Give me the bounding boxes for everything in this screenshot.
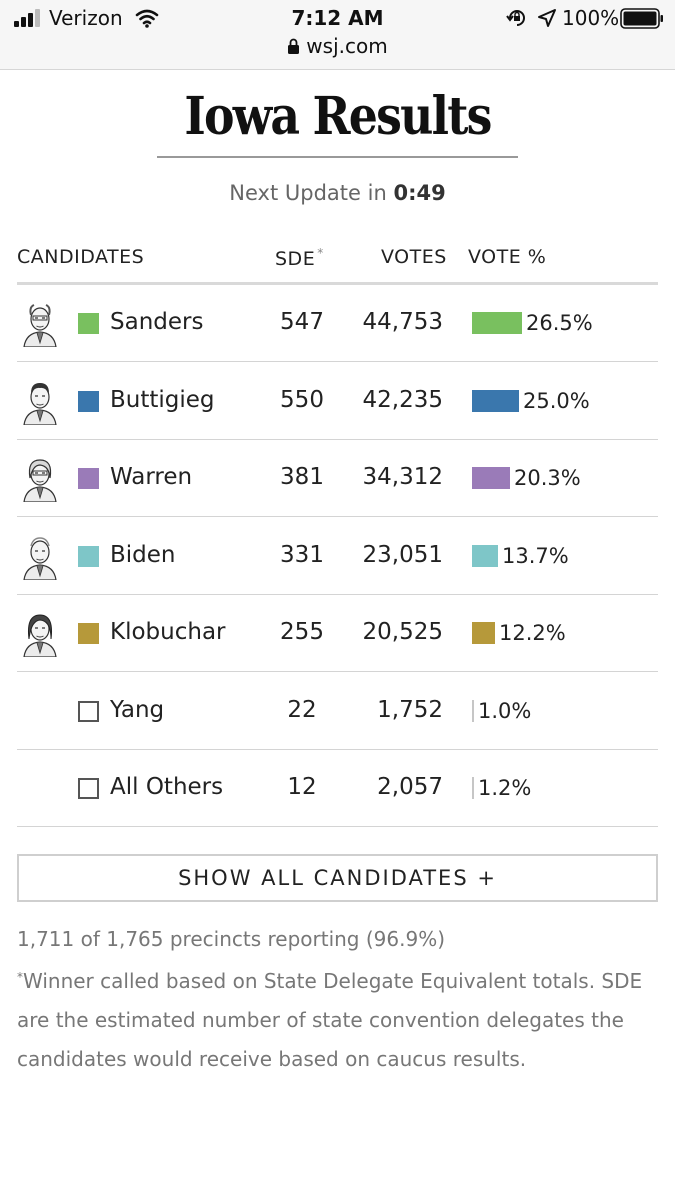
battery-icon: [620, 8, 663, 29]
sde-footnote: *Winner called based on State Delegate E…: [17, 958, 657, 1079]
table-row: Sanders 547 44,753 26.5%: [17, 285, 658, 362]
candidate-name: All Others: [110, 774, 224, 800]
candidate-sde: 550: [280, 386, 324, 413]
column-header-votes: VOTES: [381, 246, 447, 268]
vote-percent: 13.7%: [502, 543, 569, 568]
footnote-text: Winner called based on State Delegate Eq…: [17, 969, 643, 1071]
rotation-lock-icon: [506, 10, 525, 26]
show-all-candidates-button[interactable]: SHOW ALL CANDIDATES +: [17, 854, 658, 902]
candidate-sde: 22: [287, 696, 317, 723]
sanders-portrait-icon: [21, 299, 59, 348]
url-text: wsj.com: [306, 34, 388, 58]
table-row: Yang 22 1,752 1.0%: [17, 673, 658, 750]
next-update-label: Next Update in: [229, 181, 394, 205]
column-header-vote-pct: VOTE %: [468, 246, 547, 268]
vote-share-bar: [472, 389, 519, 412]
vote-share-bar: [472, 622, 495, 644]
biden-portrait-icon: [21, 532, 59, 581]
checkbox-icon[interactable]: [78, 778, 99, 799]
candidate-votes: 2,057: [377, 774, 443, 800]
candidate-name: Buttigieg: [110, 386, 215, 413]
vote-share-bar: [472, 777, 474, 799]
candidate-sde: 12: [287, 774, 317, 800]
status-bar: Verizon 7:12 AM 100% wsj.com: [0, 0, 675, 70]
vote-share-bar: [472, 544, 498, 567]
candidate-color-swatch: [78, 313, 99, 334]
column-header-candidates: CANDIDATES: [17, 246, 145, 268]
candidate-sde: 547: [280, 309, 324, 335]
vote-percent: 26.5%: [526, 311, 593, 335]
candidate-votes: 1,752: [377, 696, 443, 723]
column-header-sde: SDE *: [275, 246, 324, 270]
vote-percent: 1.0%: [478, 698, 532, 723]
column-header-sde-label: SDE: [275, 248, 316, 270]
page-title: Iowa Results: [184, 86, 492, 147]
table-row: All Others 12 2,057 1.2%: [17, 750, 658, 827]
candidate-color-swatch: [78, 468, 99, 489]
vote-share-bar: [472, 312, 522, 334]
vote-share-bar: [472, 699, 474, 722]
battery-percent: 100%: [562, 6, 620, 30]
table-row: Buttigieg 550 42,235 25.0%: [17, 363, 658, 440]
candidate-name: Yang: [110, 696, 165, 723]
candidate-votes: 44,753: [362, 309, 443, 335]
lock-icon: [288, 38, 300, 54]
candidate-color-swatch: [78, 623, 99, 644]
candidate-name: Klobuchar: [110, 619, 226, 645]
candidate-votes: 42,235: [362, 386, 443, 413]
candidate-name: Sanders: [110, 309, 204, 335]
title-divider: [157, 156, 518, 158]
next-update: Next Update in 0:49: [0, 181, 675, 205]
candidate-sde: 381: [280, 464, 324, 490]
candidate-color-swatch: [78, 545, 99, 567]
address-bar[interactable]: wsj.com: [0, 34, 675, 58]
vote-percent: 12.2%: [499, 621, 566, 645]
table-row: Warren 381 34,312 20.3%: [17, 440, 658, 517]
warren-portrait-icon: [21, 454, 59, 503]
candidate-votes: 23,051: [362, 541, 443, 568]
vote-share-bar: [472, 467, 510, 489]
candidate-votes: 34,312: [362, 464, 443, 490]
checkbox-icon[interactable]: [78, 700, 99, 722]
klobuchar-portrait-icon: [21, 609, 59, 658]
buttigieg-portrait-icon: [21, 377, 59, 426]
location-arrow-icon: [538, 9, 556, 27]
precincts-reporting: 1,711 of 1,765 precincts reporting (96.9…: [17, 927, 445, 951]
candidate-name: Warren: [110, 464, 193, 490]
sde-footnote-mark: *: [317, 246, 324, 260]
vote-percent: 25.0%: [523, 388, 590, 413]
candidate-sde: 255: [280, 619, 324, 645]
vote-percent: 1.2%: [478, 776, 532, 800]
table-row: Biden 331 23,051 13.7%: [17, 518, 658, 595]
candidate-sde: 331: [280, 541, 324, 568]
candidate-color-swatch: [78, 390, 99, 412]
next-update-countdown: 0:49: [393, 181, 446, 205]
vote-percent: 20.3%: [514, 466, 581, 490]
candidate-votes: 20,525: [362, 619, 443, 645]
candidate-name: Biden: [110, 541, 176, 568]
table-row: Klobuchar 255 20,525 12.2%: [17, 595, 658, 672]
